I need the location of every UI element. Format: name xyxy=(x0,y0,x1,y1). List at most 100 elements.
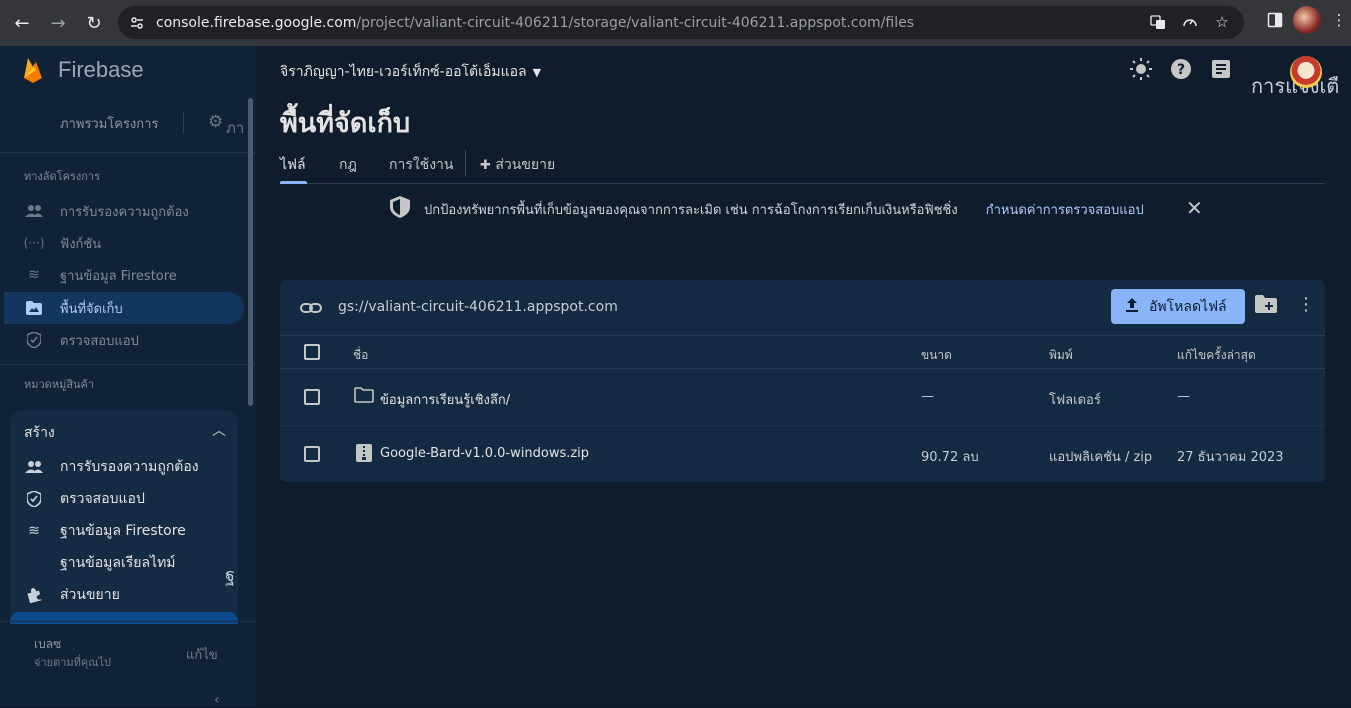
brand-name: Firebase xyxy=(58,57,144,82)
row-checkbox[interactable] xyxy=(304,446,320,462)
chevron-up-icon[interactable]: ︿ xyxy=(212,420,226,440)
table-row[interactable]: Google-Bard-v1.0.0-windows.zip 90.72 ลบ … xyxy=(280,426,1325,482)
translate-icon[interactable] xyxy=(1146,10,1170,34)
build-item-app-check[interactable]: ตรวจสอบแอป xyxy=(10,484,145,514)
build-item-firestore[interactable]: ≋ ฐานข้อมูล Firestore xyxy=(10,516,186,546)
table-row[interactable]: ข้อมูลการเรียนรู้เชิงลึก/ — โฟลเดอร์ — xyxy=(280,369,1325,426)
gear-icon[interactable]: ⚙ xyxy=(208,112,223,132)
file-name[interactable]: ข้อมูลการเรียนรู้เชิงลึก/ xyxy=(380,389,510,410)
active-tab-indicator xyxy=(280,181,307,184)
configure-app-check-link[interactable]: กำหนดค่าการตรวจสอบแอป xyxy=(986,199,1144,220)
address-bar[interactable]: console.firebase.google.com/project/vali… xyxy=(118,6,1244,39)
modify-plan-button[interactable]: แก้ไข xyxy=(186,644,218,665)
select-all-checkbox[interactable] xyxy=(304,344,320,360)
upload-file-button[interactable]: อัพโหลดไฟล์ xyxy=(1111,289,1245,324)
shortcut-functions[interactable]: (···) ฟังก์ชัน xyxy=(4,227,244,259)
sidebar: Firebase ภาพรวมโครงการ ⚙ ภา ทางลัดโครงกา… xyxy=(0,46,256,708)
file-modified: 27 ธันวาคม 2023 xyxy=(1177,450,1284,465)
build-item-label: ฐานข้อมูล Firestore xyxy=(60,523,186,539)
site-info-icon[interactable] xyxy=(122,8,152,38)
more-options-icon[interactable]: ⋮ xyxy=(1297,294,1315,315)
project-overview-link[interactable]: ภาพรวมโครงการ xyxy=(60,113,158,134)
storage-tabs: ไฟล์ กฎ การใช้งาน ✚ ส่วนขยาย xyxy=(280,144,1325,184)
firebase-brand[interactable]: Firebase xyxy=(22,56,144,84)
extensions-icon xyxy=(24,587,44,603)
tab-files[interactable]: ไฟล์ xyxy=(280,154,306,176)
file-modified: — xyxy=(1177,389,1190,404)
build-item-label: ฐานข้อมูลเรียลไทม์ xyxy=(60,555,176,571)
people-icon xyxy=(24,201,44,221)
file-name[interactable]: Google-Bard-v1.0.0-windows.zip xyxy=(380,446,589,461)
build-item-authentication[interactable]: การรับรองความถูกต้อง xyxy=(10,452,199,482)
shortcut-app-check[interactable]: ตรวจสอบแอป xyxy=(4,324,244,356)
tab-extensions[interactable]: ✚ ส่วนขยาย xyxy=(480,154,555,176)
url-host: console.firebase.google.com xyxy=(156,14,357,31)
shield-icon xyxy=(390,196,410,222)
help-icon[interactable]: ? xyxy=(1170,58,1192,80)
bookmark-star-icon[interactable]: ☆ xyxy=(1210,10,1234,34)
build-item-extensions[interactable]: ส่วนขยาย xyxy=(10,580,120,610)
build-item-realtime-database[interactable]: ฐานข้อมูลเรียลไทม์ xyxy=(10,548,176,578)
link-icon[interactable] xyxy=(300,297,322,323)
file-size: — xyxy=(921,389,934,404)
forward-arrow-icon[interactable]: → xyxy=(40,5,76,41)
browser-toolbar: ← → ↻ console.firebase.google.com/projec… xyxy=(0,0,1351,46)
project-name: จิราภิญญา-ไทย-เวอร์เท็กซ์-ออโต้เอ็มแอล xyxy=(280,64,527,80)
browser-menu-icon[interactable]: ⋮ xyxy=(1327,8,1351,32)
column-size[interactable]: ขนาด xyxy=(921,346,952,365)
shortcut-storage[interactable]: พื้นที่จัดเก็บ xyxy=(4,292,244,324)
tab-usage[interactable]: การใช้งาน xyxy=(389,154,453,176)
build-active-item[interactable] xyxy=(10,612,238,624)
bucket-path: gs://valiant-circuit-406211.appspot.com xyxy=(338,299,618,315)
close-icon[interactable]: ✕ xyxy=(1186,196,1203,220)
extensions-icon: ✚ xyxy=(480,158,491,173)
file-type: โฟลเดอร์ xyxy=(1049,393,1101,408)
side-panel-icon[interactable] xyxy=(1263,8,1287,32)
svg-text:?: ? xyxy=(1177,62,1185,78)
back-arrow-icon[interactable]: ← xyxy=(4,5,40,41)
build-item-label: ตรวจสอบแอป xyxy=(60,491,145,507)
chevron-down-icon: ▼ xyxy=(532,65,542,79)
banner-text: ปกป้องทรัพยากรพื้นที่เก็บข้อมูลของคุณจาก… xyxy=(424,202,958,218)
shortcut-label: ตรวจสอบแอป xyxy=(60,333,139,349)
tab-rules[interactable]: กฎ xyxy=(339,154,357,176)
new-folder-icon[interactable] xyxy=(1255,295,1277,317)
shortcut-label: การรับรองความถูกต้อง xyxy=(60,204,189,220)
sidebar-divider xyxy=(0,364,256,365)
reload-icon[interactable]: ↻ xyxy=(76,5,112,41)
performance-icon[interactable] xyxy=(1178,10,1202,34)
build-item-label: การรับรองความถูกต้อง xyxy=(60,459,199,475)
firestore-icon: ≋ xyxy=(28,523,40,539)
shortcut-firestore[interactable]: ≋ ฐานข้อมูล Firestore xyxy=(4,259,244,291)
sidebar-scrollbar[interactable] xyxy=(248,98,253,406)
column-name[interactable]: ชื่อ xyxy=(353,346,368,365)
build-section-title[interactable]: สร้าง xyxy=(24,422,55,444)
categories-label: หมวดหมู่สินค้า xyxy=(24,378,95,391)
shortcuts-label: ทางลัดโครงการ xyxy=(24,170,100,183)
project-selector[interactable]: จิราภิญญา-ไทย-เวอร์เท็กซ์-ออโต้เอ็มแอล ▼ xyxy=(280,61,541,83)
column-type[interactable]: พิมพ์ xyxy=(1049,346,1073,365)
account-avatar[interactable] xyxy=(1290,56,1322,88)
file-size: 90.72 ลบ xyxy=(921,450,979,465)
row-checkbox[interactable] xyxy=(304,389,320,405)
firestore-icon: ≋ xyxy=(28,267,40,283)
tab-divider xyxy=(465,150,466,176)
build-item-label: ส่วนขยาย xyxy=(60,587,120,603)
browser-profile-avatar[interactable] xyxy=(1293,6,1321,34)
shortcut-label: ฐานข้อมูล Firestore xyxy=(60,268,177,284)
storage-icon xyxy=(24,298,44,318)
upload-button-label: อัพโหลดไฟล์ xyxy=(1149,298,1227,315)
shortcut-authentication[interactable]: การรับรองความถูกต้อง xyxy=(4,195,244,227)
main-content: จิราภิญญา-ไทย-เวอร์เท็กซ์-ออโต้เอ็มแอล ▼… xyxy=(256,46,1351,706)
theme-toggle-icon[interactable] xyxy=(1130,58,1152,80)
firebase-logo-icon xyxy=(24,58,42,83)
build-section: สร้าง ︿ การรับรองความถูกต้อง ตรวจสอบแอป … xyxy=(10,410,238,624)
release-notes-icon[interactable] xyxy=(1210,58,1232,80)
app-check-icon xyxy=(24,330,44,350)
files-card: gs://valiant-circuit-406211.appspot.com … xyxy=(280,280,1325,482)
url-path: /project/valiant-circuit-406211/storage/… xyxy=(356,14,915,31)
page-title: พื้นที่จัดเก็บ xyxy=(280,108,411,139)
upload-icon xyxy=(1125,297,1139,316)
column-modified[interactable]: แก้ไขครั้งล่าสุด xyxy=(1177,346,1256,365)
app-check-icon xyxy=(24,491,44,507)
